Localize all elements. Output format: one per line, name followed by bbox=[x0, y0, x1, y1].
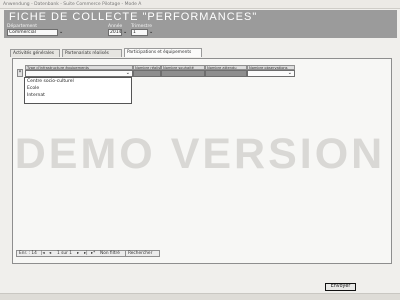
record-position: 1 sur 1 bbox=[57, 251, 72, 256]
annee-select[interactable]: 2014 bbox=[108, 29, 122, 36]
form-header: FICHE DE COLLECTE "PERFORMANCES" Départe… bbox=[4, 10, 397, 38]
tab-activites-generales[interactable]: Activités générales bbox=[10, 49, 60, 57]
send-button[interactable]: Envoyer bbox=[325, 283, 356, 291]
dropdown-option[interactable]: Centre socio-culturel bbox=[27, 79, 74, 84]
page-title: FICHE DE COLLECTE "PERFORMANCES" bbox=[9, 11, 258, 23]
dropdown-option[interactable]: Ecole bbox=[27, 86, 39, 91]
previous-record-icon[interactable]: ◂ bbox=[49, 251, 51, 257]
tab-partenariats[interactable]: Partenariats réalisés bbox=[62, 49, 122, 57]
chevron-down-icon[interactable]: ⌄ bbox=[126, 70, 130, 77]
demo-watermark: DEMO VERSION bbox=[14, 130, 386, 178]
departement-select[interactable]: Commercial bbox=[7, 29, 58, 36]
chevron-down-icon[interactable]: ⌄ bbox=[149, 29, 153, 36]
filter-status[interactable]: Non filtré bbox=[100, 251, 120, 257]
record-navigation-bar: Enr. : 14 |◂ ◂ 1 sur 1 ▸ ▸| ▸* Non filtr… bbox=[16, 250, 160, 257]
departement-value: Commercial bbox=[9, 30, 36, 35]
type-infrastructure-dropdown: Centre socio-culturel Ecole Internat bbox=[24, 77, 132, 104]
row-selector[interactable]: * bbox=[17, 69, 23, 77]
nombre-souhaite-cell[interactable] bbox=[161, 70, 205, 77]
chevron-down-icon[interactable]: ⌄ bbox=[288, 70, 292, 77]
search-input[interactable]: Rechercher bbox=[125, 251, 162, 257]
annee-value: 2014 bbox=[110, 30, 122, 35]
window-title-bar: Anwendung - Datenbank - Suite Commerce P… bbox=[0, 0, 400, 9]
record-label: Enr. : 14 bbox=[19, 251, 37, 256]
type-infrastructure-combo[interactable]: ⌄ bbox=[25, 70, 133, 77]
next-record-icon[interactable]: ▸ bbox=[77, 251, 79, 257]
dropdown-option[interactable]: Internat bbox=[27, 93, 45, 98]
tab-participations-equipements[interactable]: Participations et équipements bbox=[124, 48, 202, 57]
trimestre-select[interactable]: 1 bbox=[131, 29, 148, 36]
nombre-observations-cell[interactable]: ⌄ bbox=[247, 70, 295, 77]
nombre-realise-cell[interactable] bbox=[133, 70, 161, 77]
chevron-down-icon[interactable]: ⌄ bbox=[59, 29, 63, 36]
window-title: Anwendung - Datenbank - Suite Commerce P… bbox=[3, 2, 142, 7]
last-record-icon[interactable]: ▸| bbox=[84, 251, 88, 257]
new-record-icon[interactable]: ▸* bbox=[91, 251, 95, 257]
trimestre-value: 1 bbox=[133, 30, 136, 35]
nombre-attendu-cell[interactable] bbox=[205, 70, 247, 77]
first-record-icon[interactable]: |◂ bbox=[41, 251, 45, 257]
chevron-down-icon[interactable]: ⌄ bbox=[123, 29, 127, 36]
